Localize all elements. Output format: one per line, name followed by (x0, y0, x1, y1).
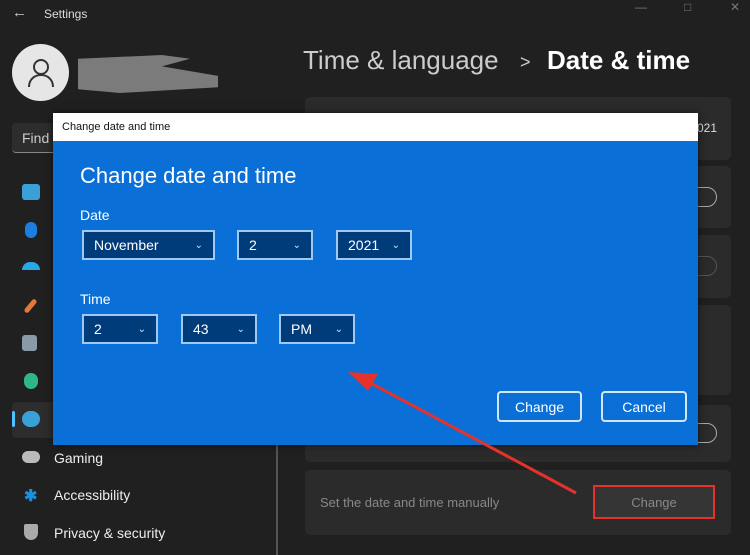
arrow-shaft (364, 378, 577, 495)
annotation-arrow (348, 372, 577, 495)
arrow-head (348, 372, 378, 391)
